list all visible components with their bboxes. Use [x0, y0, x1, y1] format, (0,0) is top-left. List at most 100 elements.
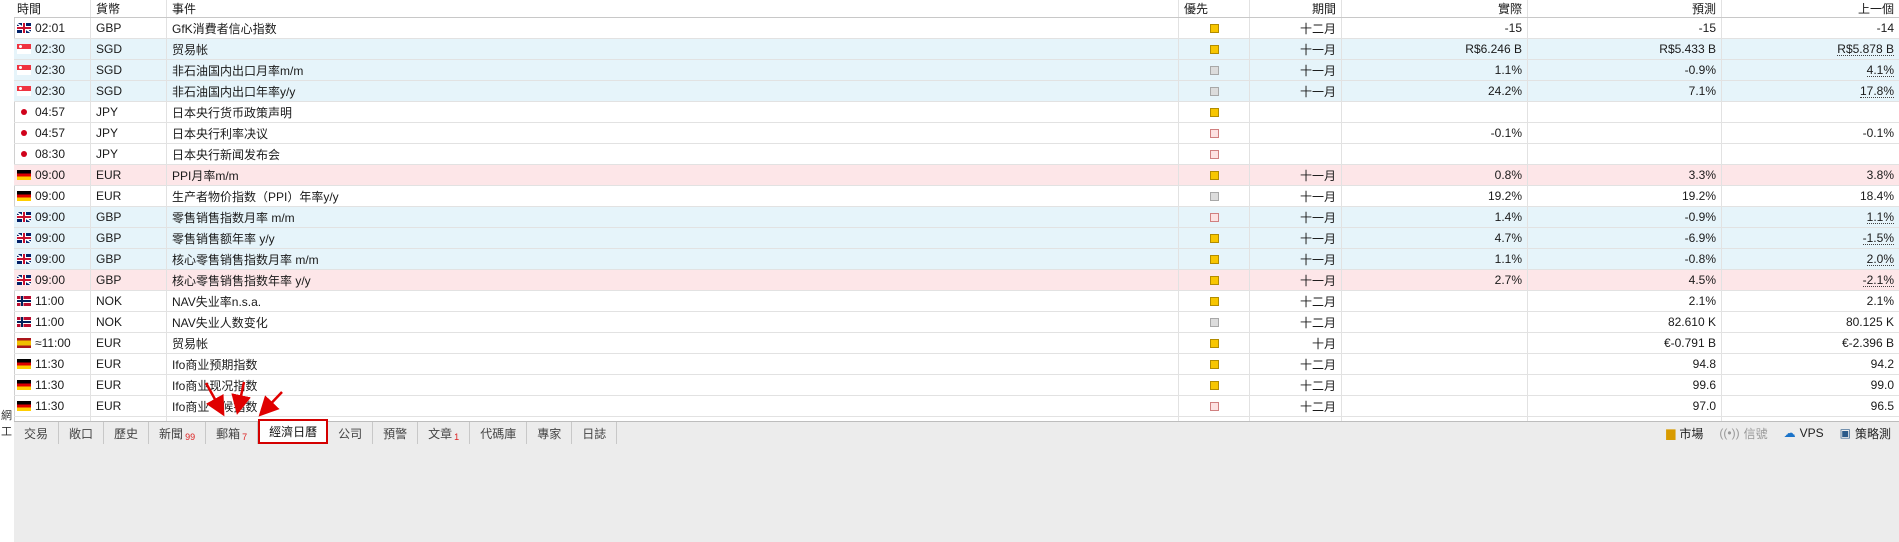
vps-button[interactable]: ☁ VPS: [1776, 426, 1832, 440]
strategy-label: 策略測: [1854, 426, 1891, 441]
time-value: 11:30: [35, 357, 65, 371]
column-header-period[interactable]: 期間: [1250, 0, 1342, 17]
actual-value: 24.2%: [1487, 84, 1522, 98]
actual-cell: 24.2%: [1342, 81, 1528, 101]
period-cell: 十一月: [1250, 207, 1342, 227]
column-header-event[interactable]: 事件: [167, 0, 1179, 17]
time-value: 09:00: [35, 210, 66, 224]
priority-cell: [1179, 186, 1250, 206]
table-row[interactable]: 11:00 NOK NAV失业率n.s.a. 十二月 2.1% 2.1%: [14, 291, 1899, 312]
tab-label: 公司: [338, 426, 363, 441]
tab-item[interactable]: 文章 1: [418, 422, 471, 444]
priority-indicator-icon: [1209, 296, 1219, 306]
actual-value: 4.7%: [1494, 231, 1522, 245]
currency-value: EUR: [96, 357, 122, 371]
time-cell: 09:00: [14, 228, 91, 248]
priority-indicator-icon: [1209, 128, 1219, 138]
tab-economic-calendar[interactable]: 經濟日曆: [258, 418, 329, 444]
priority-indicator-icon: [1209, 44, 1219, 54]
column-header-previous[interactable]: 上一個: [1722, 0, 1899, 17]
actual-cell: 0.8%: [1342, 165, 1528, 185]
previous-cell: 94.2: [1722, 354, 1899, 374]
previous-value: 94.2: [1870, 357, 1894, 371]
actual-value: 1.1%: [1494, 252, 1522, 266]
previous-value: 96.5: [1870, 399, 1894, 413]
event-name: 贸易帐: [172, 336, 209, 351]
tab-item[interactable]: 公司: [328, 422, 374, 444]
actual-cell: [1342, 291, 1528, 311]
tab-item[interactable]: 預警: [373, 422, 419, 444]
period-value: 十一月: [1299, 189, 1336, 204]
table-row[interactable]: 09:00 EUR 生产者物价指数（PPI）年率y/y 十一月 19.2% 19.2% 18…: [14, 186, 1899, 207]
column-header-priority[interactable]: 優先: [1179, 0, 1250, 17]
period-value: 十一月: [1299, 210, 1336, 225]
left-side-strip: 網 工: [0, 0, 15, 542]
priority-indicator-icon: [1209, 212, 1219, 222]
previous-value: 1.1%: [1866, 209, 1894, 224]
priority-indicator-icon: [1209, 191, 1219, 201]
tab-item[interactable]: 日誌: [572, 422, 618, 444]
forecast-value: R$5.433 B: [1659, 42, 1716, 56]
table-row[interactable]: 11:00 NOK NAV失业人数变化 十二月 82.610 K 80.125 K: [14, 312, 1899, 333]
table-row[interactable]: 02:30 SGD 非石油国内出口年率y/y 十一月 24.2% 7.1% 17.8%: [14, 81, 1899, 102]
strategy-tester-button[interactable]: ▣ 策略測: [1832, 425, 1899, 442]
market-button[interactable]: ▆ 市場: [1658, 425, 1711, 442]
time-value: 09:00: [35, 231, 66, 245]
currency-cell: GBP: [91, 249, 167, 269]
time-value: 08:30: [35, 147, 66, 161]
column-header-currency[interactable]: 貨幣: [91, 0, 167, 17]
currency-cell: EUR: [91, 186, 167, 206]
event-cell: Ifo商业预期指数: [167, 354, 1179, 374]
table-row[interactable]: 09:00 EUR PPI月率m/m 十一月 0.8% 3.3% 3.8%: [14, 165, 1899, 186]
event-cell: NAV失业率n.s.a.: [167, 291, 1179, 311]
previous-cell: €-2.396 B: [1722, 333, 1899, 353]
event-name: Ifo商业气候指数: [172, 399, 258, 414]
currency-value: GBP: [96, 273, 122, 287]
table-row[interactable]: 11:30 EUR Ifo商业预期指数 十二月 94.8 94.2: [14, 354, 1899, 375]
forecast-value: 3.3%: [1688, 168, 1716, 182]
table-row[interactable]: 09:00 GBP 零售销售额年率 y/y 十一月 4.7% -6.9% -1.5%: [14, 228, 1899, 249]
table-row[interactable]: 02:30 SGD 贸易帐 十一月 R$6.246 B R$5.433 B R$5.878 …: [14, 39, 1899, 60]
table-row[interactable]: 02:01 GBP GfK消費者信心指数 十二月 -15 -15 -14: [14, 18, 1899, 39]
table-row[interactable]: 08:30 JPY 日本央行新闻发布会: [14, 144, 1899, 165]
event-name: Ifo商业预期指数: [172, 357, 258, 372]
period-cell: [1250, 123, 1342, 143]
event-name: NAV失业人数变化: [172, 315, 268, 330]
forecast-value: 94.8: [1692, 357, 1716, 371]
tab-item[interactable]: 郵箱 7: [206, 422, 259, 444]
table-row[interactable]: 11:30 EUR Ifo商业气候指数 十二月 97.0 96.5: [14, 396, 1899, 417]
forecast-cell: -0.8%: [1528, 249, 1722, 269]
event-name: 日本央行货币政策声明: [172, 105, 293, 120]
tab-item[interactable]: 歷史: [104, 422, 150, 444]
actual-value: 1.1%: [1494, 63, 1522, 77]
tab-item[interactable]: 新聞 99: [149, 422, 207, 444]
time-cell: 11:30: [14, 354, 91, 374]
currency-cell: NOK: [91, 312, 167, 332]
table-row[interactable]: 04:57 JPY 日本央行货币政策声明: [14, 102, 1899, 123]
event-name: 核心零售销售指数月率 m/m: [172, 252, 319, 267]
column-header-forecast[interactable]: 預測: [1528, 0, 1722, 17]
priority-cell: [1179, 60, 1250, 80]
signals-button[interactable]: ((•)) 信號: [1711, 425, 1775, 442]
tab-item[interactable]: 敞口: [59, 422, 105, 444]
tab-item[interactable]: 代碼庫: [470, 422, 528, 444]
table-row[interactable]: ≈11:00 EUR 贸易帐 十月 €-0.791 B €-2.396 B: [14, 333, 1899, 354]
previous-cell: 2.1%: [1722, 291, 1899, 311]
forecast-value: -0.9%: [1684, 63, 1716, 77]
column-header-time[interactable]: 時間: [14, 0, 91, 17]
period-cell: 十一月: [1250, 228, 1342, 248]
cloud-icon: ☁: [1783, 426, 1796, 440]
table-row[interactable]: 09:00 GBP 核心零售销售指数月率 m/m 十一月 1.1% -0.8% 2.0%: [14, 249, 1899, 270]
actual-cell: R$6.246 B: [1342, 39, 1528, 59]
table-row[interactable]: 09:00 GBP 核心零售销售指数年率 y/y 十一月 2.7% 4.5% -2.1%: [14, 270, 1899, 291]
country-flag-icon: [17, 128, 31, 138]
table-row[interactable]: 02:30 SGD 非石油国内出口月率m/m 十一月 1.1% -0.9% 4.1%: [14, 60, 1899, 81]
tab-item[interactable]: 交易: [14, 422, 60, 444]
table-row[interactable]: 11:30 EUR Ifo商业现况指数 十二月 99.6 99.0: [14, 375, 1899, 396]
table-row[interactable]: 04:57 JPY 日本央行利率决议 -0.1% -0.1%: [14, 123, 1899, 144]
tab-item[interactable]: 專家: [527, 422, 573, 444]
table-row[interactable]: 09:00 GBP 零售销售指数月率 m/m 十一月 1.4% -0.9% 1.1%: [14, 207, 1899, 228]
event-cell: 零售销售额年率 y/y: [167, 228, 1179, 248]
column-header-actual[interactable]: 實際: [1342, 0, 1528, 17]
bottom-toolbox-tabbar: 交易 敞口 歷史 新聞 99 郵箱 7 經濟日曆 公司 預警 文章 1 代碼庫 專家 日誌 ▆ 市場 ((•…: [14, 418, 1899, 542]
